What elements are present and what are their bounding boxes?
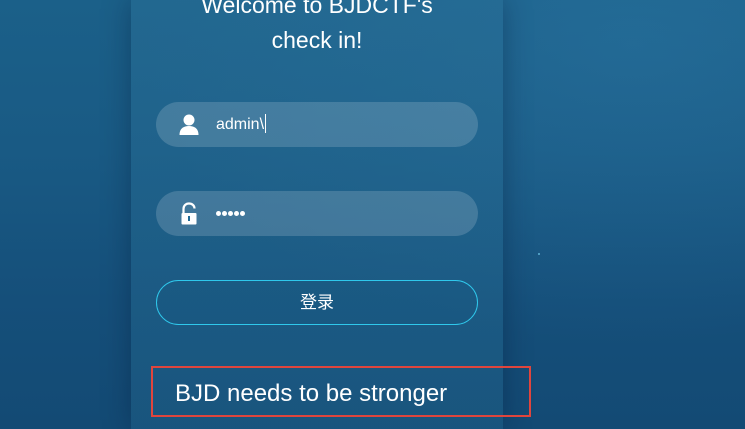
password-mask-dot xyxy=(240,211,245,216)
password-field[interactable] xyxy=(156,191,478,236)
status-message: BJD needs to be stronger xyxy=(175,380,448,407)
lock-icon xyxy=(178,202,200,226)
title-line-1: Welcome to BJDCTF's xyxy=(201,0,433,18)
password-input[interactable] xyxy=(216,211,246,216)
password-mask-dot xyxy=(228,211,233,216)
page-title: Welcome to BJDCTF's check in! xyxy=(131,0,503,58)
text-caret xyxy=(265,113,267,133)
username-field[interactable]: admin\ xyxy=(156,102,478,147)
username-value: admin\ xyxy=(216,116,265,133)
password-mask-dot xyxy=(234,211,239,216)
title-line-2: check in! xyxy=(271,27,363,53)
password-mask-dot xyxy=(222,211,227,216)
password-mask-dot xyxy=(216,211,221,216)
login-button[interactable]: 登录 xyxy=(156,280,478,325)
background-speck xyxy=(538,253,540,255)
user-icon xyxy=(178,113,200,137)
username-input[interactable]: admin\ xyxy=(216,102,267,147)
